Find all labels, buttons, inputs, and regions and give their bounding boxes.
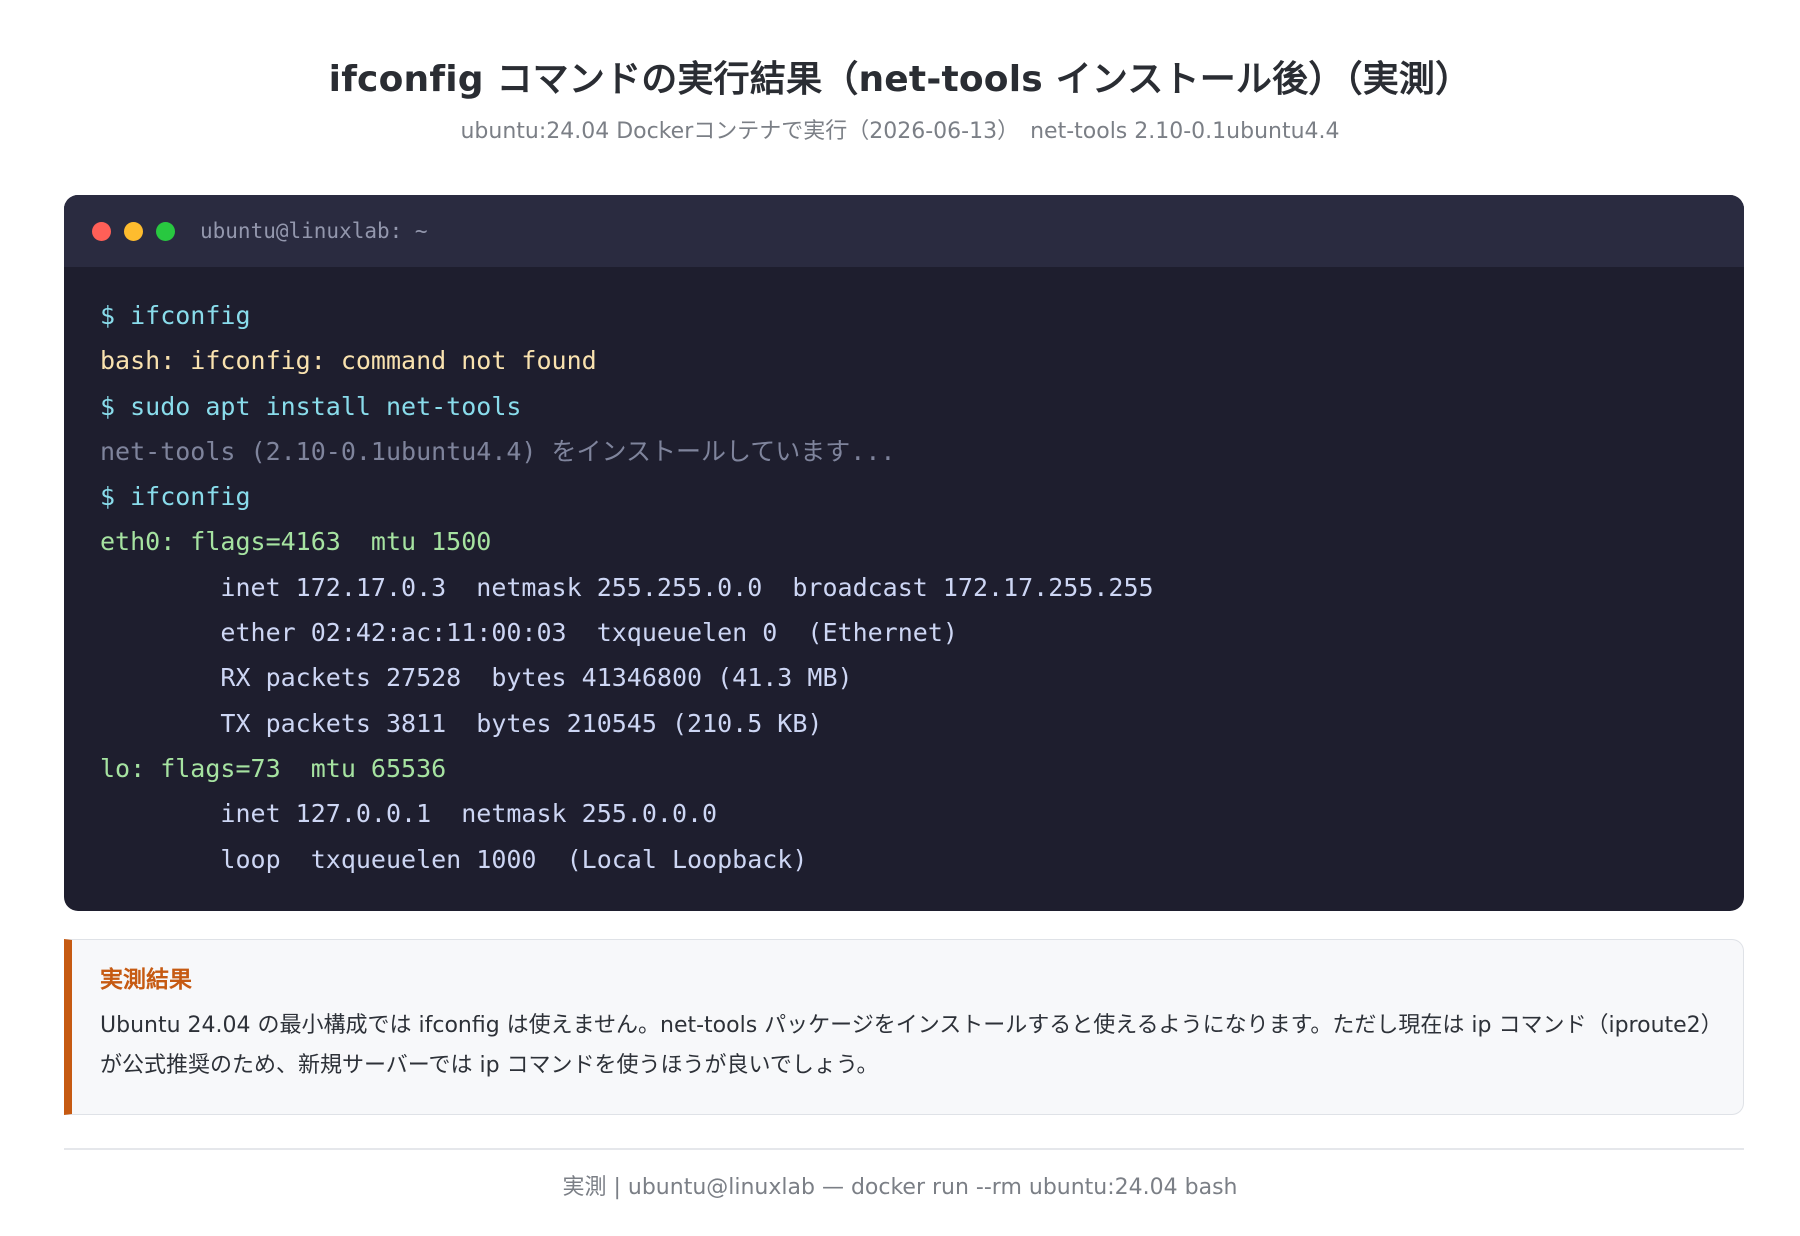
terminal-line-cmd: $ sudo apt install net-tools <box>100 391 522 421</box>
terminal-line-cmd: $ ifconfig <box>100 301 251 330</box>
terminal-line-err: bash: ifconfig: command not found <box>100 346 597 376</box>
footer-divider <box>64 1148 1744 1150</box>
footer: 実測 | ubuntu@linuxlab — docker run --rm u… <box>562 1175 1238 1200</box>
maximize-window-button[interactable] <box>156 221 175 241</box>
terminal-line-info: inet 127.0.0.1 netmask 255.0.0.0 <box>100 799 718 829</box>
header: ifconfig コマンドの実行結果（net-tools インストール後）（実測… <box>0 0 1800 148</box>
result-note: 実測結果 Ubuntu 24.04 の最小構成では ifconfig は使えませ… <box>64 939 1744 1115</box>
page: ifconfig コマンドの実行結果（net-tools インストール後）（実測… <box>0 0 1800 1236</box>
terminal-line-info: loop txqueuelen 1000 (Local Loopback) <box>100 844 808 874</box>
terminal-line-info: TX packets 3811 bytes 210545 (210.5 KB) <box>100 708 823 738</box>
terminal-titlebar: ubuntu@linuxlab: ~ <box>64 195 1744 267</box>
terminal-line-dim: net-tools (2.10-0.1ubuntu4.4) をインストールしてい… <box>100 436 896 466</box>
terminal-window: ubuntu@linuxlab: ~ $ ifconfig bash: ifcon… <box>64 195 1744 911</box>
page-subtitle: ubuntu:24.04 Dockerコンテナで実行（2026-06-13） n… <box>460 119 1340 144</box>
note-title: 実測結果 <box>100 967 192 993</box>
page-title: ifconfig コマンドの実行結果（net-tools インストール後）（実測… <box>328 59 1472 100</box>
minimize-window-button[interactable] <box>124 221 143 241</box>
close-window-button[interactable] <box>92 221 111 241</box>
terminal-output[interactable]: $ ifconfig bash: ifconfig: command not fo… <box>64 267 1744 882</box>
terminal-line-iface: lo: flags=73 mtu 65536 <box>100 753 447 783</box>
terminal-line-cmd: $ ifconfig <box>100 482 251 512</box>
terminal-line-info: ether 02:42:ac:11:00:03 txqueuelen 0 (Et… <box>100 618 958 648</box>
terminal-line-iface: eth0: flags=4163 mtu 1500 <box>100 527 492 557</box>
terminal-line-info: inet 172.17.0.3 netmask 255.255.0.0 broa… <box>100 572 1154 602</box>
terminal-title: ubuntu@linuxlab: ~ <box>200 219 428 243</box>
terminal-line-info: RX packets 27528 bytes 41346800 (41.3 MB… <box>100 663 853 693</box>
note-text: Ubuntu 24.04 の最小構成では ifconfig は使えません。net… <box>100 1013 1712 1078</box>
